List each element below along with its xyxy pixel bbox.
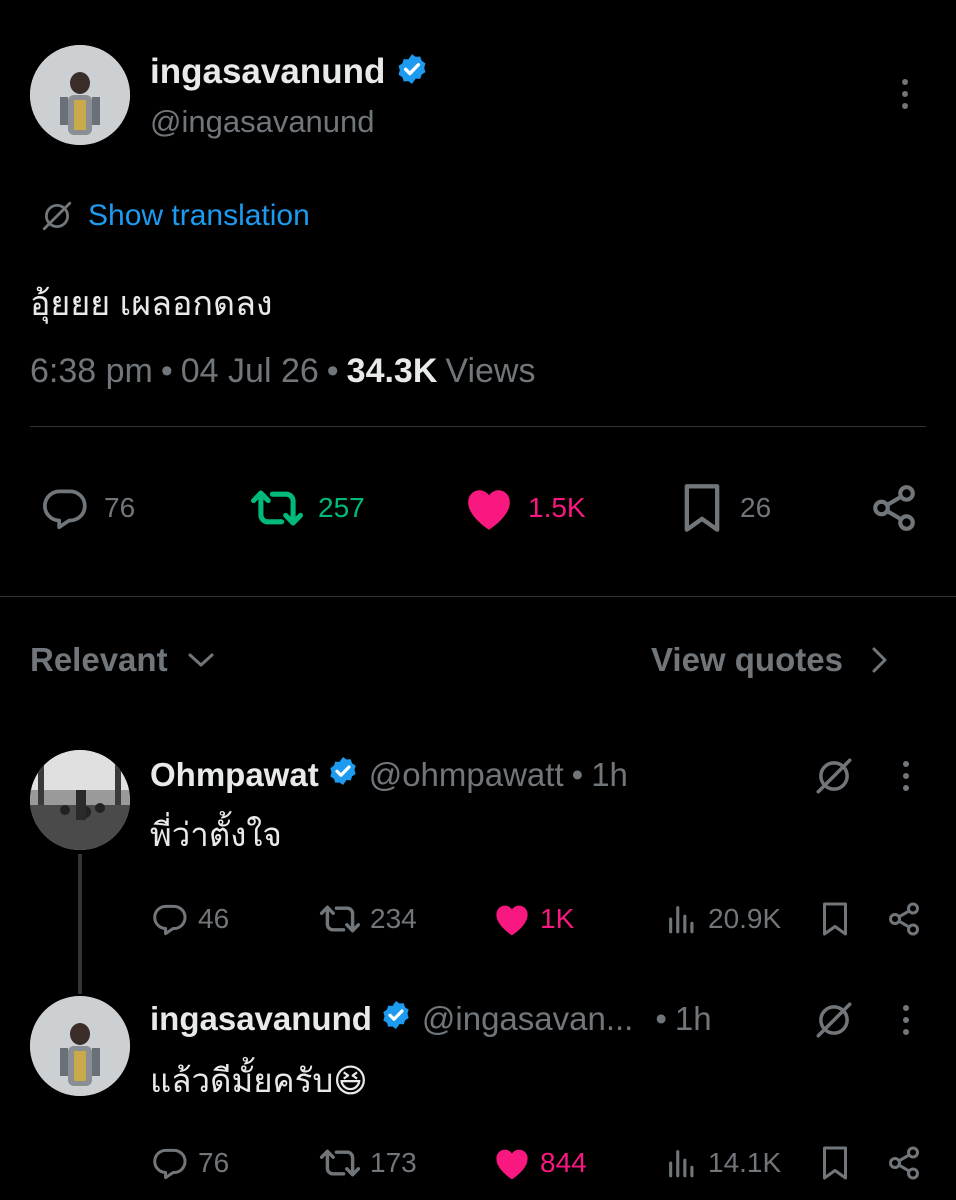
more-icon[interactable] bbox=[894, 758, 918, 794]
views-button[interactable]: 20.9K bbox=[664, 898, 781, 940]
bookmark-icon bbox=[680, 482, 724, 534]
verified-badge-icon bbox=[380, 999, 412, 1039]
reply-time[interactable]: 1h bbox=[675, 1000, 712, 1038]
reply-header: Ohmpawat @ohmpawatt • 1h bbox=[150, 754, 628, 796]
view-quotes-label: View quotes bbox=[651, 641, 843, 678]
reply-avatar[interactable] bbox=[30, 996, 130, 1096]
meta-separator: • bbox=[326, 352, 339, 390]
share-icon[interactable] bbox=[868, 482, 920, 534]
reply-icon bbox=[38, 483, 92, 533]
reply-count: 76 bbox=[104, 492, 136, 523]
chevron-down-icon bbox=[186, 650, 216, 670]
more-icon[interactable] bbox=[893, 76, 917, 112]
section-divider bbox=[0, 596, 956, 597]
view-quotes-link[interactable]: View quotes bbox=[651, 638, 889, 682]
heart-icon bbox=[462, 484, 516, 532]
author-handle[interactable]: @ingasavanund bbox=[150, 104, 375, 140]
divider bbox=[30, 426, 926, 427]
retweet-button[interactable]: 257 bbox=[248, 482, 365, 534]
translate-icon bbox=[40, 199, 74, 233]
retweet-icon bbox=[248, 485, 306, 531]
retweet-button[interactable]: 234 bbox=[318, 898, 417, 940]
author-name[interactable]: ingasavanund bbox=[150, 52, 385, 91]
like-button[interactable]: 1.5K bbox=[462, 482, 586, 534]
like-button[interactable]: 844 bbox=[492, 1142, 587, 1184]
heart-icon bbox=[492, 1145, 532, 1181]
tweet-date[interactable]: 04 Jul 26 bbox=[181, 352, 319, 391]
share-icon[interactable] bbox=[884, 1142, 924, 1184]
retweet-count: 257 bbox=[318, 492, 365, 523]
author-avatar[interactable] bbox=[30, 45, 130, 145]
reply-author-name[interactable]: ingasavanund bbox=[150, 1000, 372, 1038]
tweet-text: อุ้ยยย เผลอกดลง bbox=[30, 285, 273, 323]
reply-button[interactable]: 46 bbox=[150, 898, 229, 940]
reply-author-handle[interactable]: @ingasavan... bbox=[422, 1000, 633, 1038]
reply-header: ingasavanund @ingasavan... • 1h bbox=[150, 998, 712, 1040]
bookmark-count: 26 bbox=[740, 492, 772, 523]
grok-icon[interactable] bbox=[812, 754, 856, 798]
meta-separator: • bbox=[160, 352, 173, 390]
views-icon bbox=[664, 902, 700, 936]
retweet-button[interactable]: 173 bbox=[318, 1142, 417, 1184]
sort-dropdown[interactable]: Relevant bbox=[30, 638, 216, 682]
views-count: 20.9K bbox=[708, 903, 782, 934]
views-icon bbox=[664, 1146, 700, 1180]
like-count: 844 bbox=[540, 1147, 587, 1178]
show-translation-link[interactable]: Show translation bbox=[40, 196, 310, 236]
views-button[interactable]: 14.1K bbox=[664, 1142, 781, 1184]
reply-author-name[interactable]: Ohmpawat bbox=[150, 756, 319, 794]
reply-button[interactable]: 76 bbox=[38, 482, 135, 534]
views-label: Views bbox=[445, 352, 536, 390]
views-count: 34.3K bbox=[346, 352, 438, 390]
more-icon[interactable] bbox=[894, 1002, 918, 1038]
reply-count: 76 bbox=[198, 1147, 230, 1178]
show-translation-label: Show translation bbox=[88, 199, 310, 232]
grok-icon[interactable] bbox=[812, 998, 856, 1042]
retweet-icon bbox=[318, 1145, 362, 1181]
reply-icon bbox=[150, 900, 190, 938]
chevron-right-icon bbox=[869, 645, 889, 675]
retweet-icon bbox=[318, 901, 362, 937]
bookmark-icon[interactable] bbox=[818, 1142, 852, 1184]
like-count: 1.5K bbox=[528, 492, 586, 523]
views-count: 14.1K bbox=[708, 1147, 782, 1178]
bookmark-button[interactable]: 26 bbox=[680, 482, 771, 534]
reply-avatar[interactable] bbox=[30, 750, 130, 850]
retweet-count: 234 bbox=[370, 903, 417, 934]
meta-separator: • bbox=[571, 756, 584, 793]
tweet-time[interactable]: 6:38 pm bbox=[30, 352, 153, 391]
reply-icon bbox=[150, 1144, 190, 1182]
reply-text: พี่ว่าตั้งใจ bbox=[150, 816, 282, 853]
verified-badge-icon bbox=[395, 52, 429, 95]
like-count: 1K bbox=[540, 903, 575, 934]
reply-count: 46 bbox=[198, 903, 230, 934]
heart-icon bbox=[492, 901, 532, 937]
verified-badge-icon bbox=[327, 755, 359, 795]
tweet-meta: 6:38 pm • 04 Jul 26 • 34.3K Views bbox=[30, 352, 536, 391]
reply-text: แล้วดีมั้ยครับ😆 bbox=[150, 1062, 368, 1099]
meta-separator: • bbox=[655, 1000, 667, 1037]
thread-line bbox=[78, 854, 82, 994]
reply-button[interactable]: 76 bbox=[150, 1142, 229, 1184]
reply-time[interactable]: 1h bbox=[591, 756, 628, 794]
retweet-count: 173 bbox=[370, 1147, 417, 1178]
reply-author-handle[interactable]: @ohmpawatt bbox=[369, 756, 564, 794]
bookmark-icon[interactable] bbox=[818, 898, 852, 940]
share-icon[interactable] bbox=[884, 898, 924, 940]
like-button[interactable]: 1K bbox=[492, 898, 574, 940]
sort-label: Relevant bbox=[30, 641, 168, 678]
